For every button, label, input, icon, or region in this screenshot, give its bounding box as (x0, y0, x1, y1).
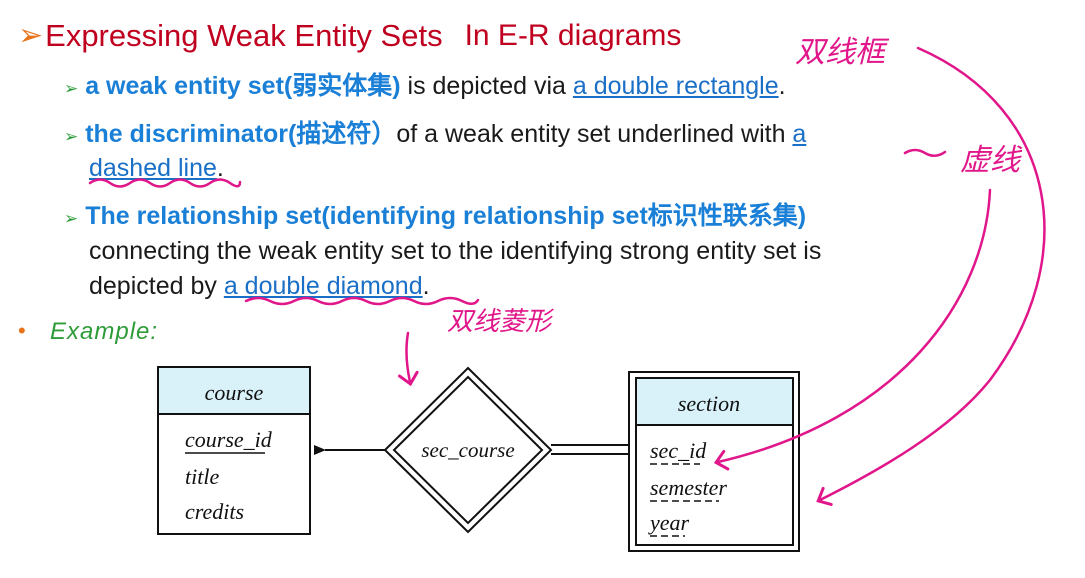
dashed-line-wavy-underline (88, 178, 242, 188)
section-entity-title: section (678, 391, 740, 416)
section-weak-entity: section sec_id semester year (628, 371, 800, 552)
section-attr-semester: semester (650, 475, 727, 500)
course-attr-course-id: course_id (185, 427, 273, 452)
section-attr-year: year (648, 510, 690, 535)
relationship-label: sec_course (421, 438, 514, 462)
section-attr-sec-id: sec_id (650, 438, 707, 463)
annotation-dashed: 虚线 (960, 144, 1023, 177)
course-entity: course course_id title credits (157, 366, 311, 535)
er-diagram: course course_id title credits sec_cours… (88, 36, 1046, 552)
double-rect-annotation-arrow (816, 46, 1046, 506)
annotation-double-diamond: 双线菱形 (447, 306, 554, 336)
double-diamond-wavy-underline (244, 296, 480, 306)
annotation-double-rect: 双线框 (795, 36, 890, 69)
course-entity-title: course (205, 380, 264, 405)
dashed-line-squiggle (903, 148, 947, 157)
course-attr-credits: credits (185, 499, 244, 524)
double-diamond-annotation-arrow (398, 331, 419, 387)
course-attr-title: title (185, 464, 219, 489)
sec-course-relationship: sec_course (383, 366, 553, 534)
